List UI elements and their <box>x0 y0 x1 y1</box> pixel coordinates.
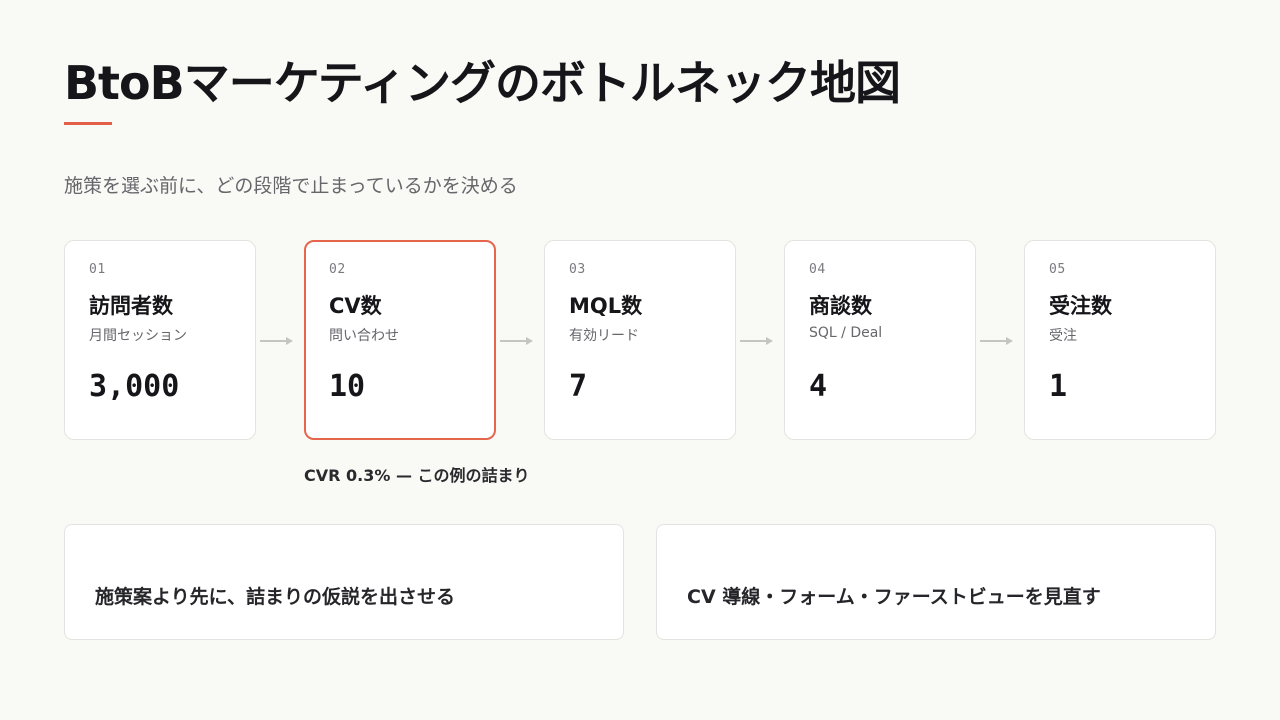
stage-value: 4 <box>809 369 828 404</box>
bottleneck-note: CVR 0.3% — この例の詰まり <box>304 466 530 485</box>
arrow-right-icon <box>500 334 534 348</box>
slide: BtoBマーケティングのボトルネック地図 施策を選ぶ前に、どの段階で止まっている… <box>0 0 1280 720</box>
takeaway-card: 施策案より先に、詰まりの仮説を出させる <box>64 524 624 640</box>
stage-card-cv: 02 CV数 問い合わせ 10 <box>304 240 496 440</box>
stage-card-deals: 04 商談数 SQL / Deal 4 <box>784 240 976 440</box>
stage-value: 3,000 <box>89 369 180 404</box>
stage-card-mql: 03 MQL数 有効リード 7 <box>544 240 736 440</box>
stage-number: 02 <box>329 262 346 277</box>
stage-name: 受注数 <box>1049 294 1112 318</box>
stage-value: 7 <box>569 369 588 404</box>
arrow-right-icon <box>980 334 1014 348</box>
action-card: CV 導線・フォーム・ファーストビューを見直す <box>656 524 1216 640</box>
page-subtitle: 施策を選ぶ前に、どの段階で止まっているかを決める <box>64 175 518 197</box>
stage-number: 03 <box>569 262 586 277</box>
action-text: CV 導線・フォーム・ファーストビューを見直す <box>687 586 1101 608</box>
stage-description: 受注 <box>1049 328 1077 344</box>
stage-name: CV数 <box>329 294 382 318</box>
stage-description: 月間セッション <box>89 328 187 344</box>
stage-number: 01 <box>89 262 106 277</box>
stage-description: 有効リード <box>569 328 639 344</box>
stage-description: 問い合わせ <box>329 328 399 344</box>
stage-name: 訪問者数 <box>89 294 173 318</box>
page-title: BtoBマーケティングのボトルネック地図 <box>64 56 901 110</box>
stage-name: MQL数 <box>569 294 643 318</box>
stage-number: 04 <box>809 262 826 277</box>
stage-value: 1 <box>1049 369 1068 404</box>
stage-value: 10 <box>329 369 366 404</box>
stage-number: 05 <box>1049 262 1066 277</box>
stage-card-visitors: 01 訪問者数 月間セッション 3,000 <box>64 240 256 440</box>
stage-name: 商談数 <box>809 294 872 318</box>
arrow-right-icon <box>740 334 774 348</box>
stage-description: SQL / Deal <box>809 325 883 341</box>
stage-card-orders: 05 受注数 受注 1 <box>1024 240 1216 440</box>
arrow-right-icon <box>260 334 294 348</box>
title-accent-bar <box>64 122 112 125</box>
takeaway-text: 施策案より先に、詰まりの仮説を出させる <box>95 586 456 608</box>
